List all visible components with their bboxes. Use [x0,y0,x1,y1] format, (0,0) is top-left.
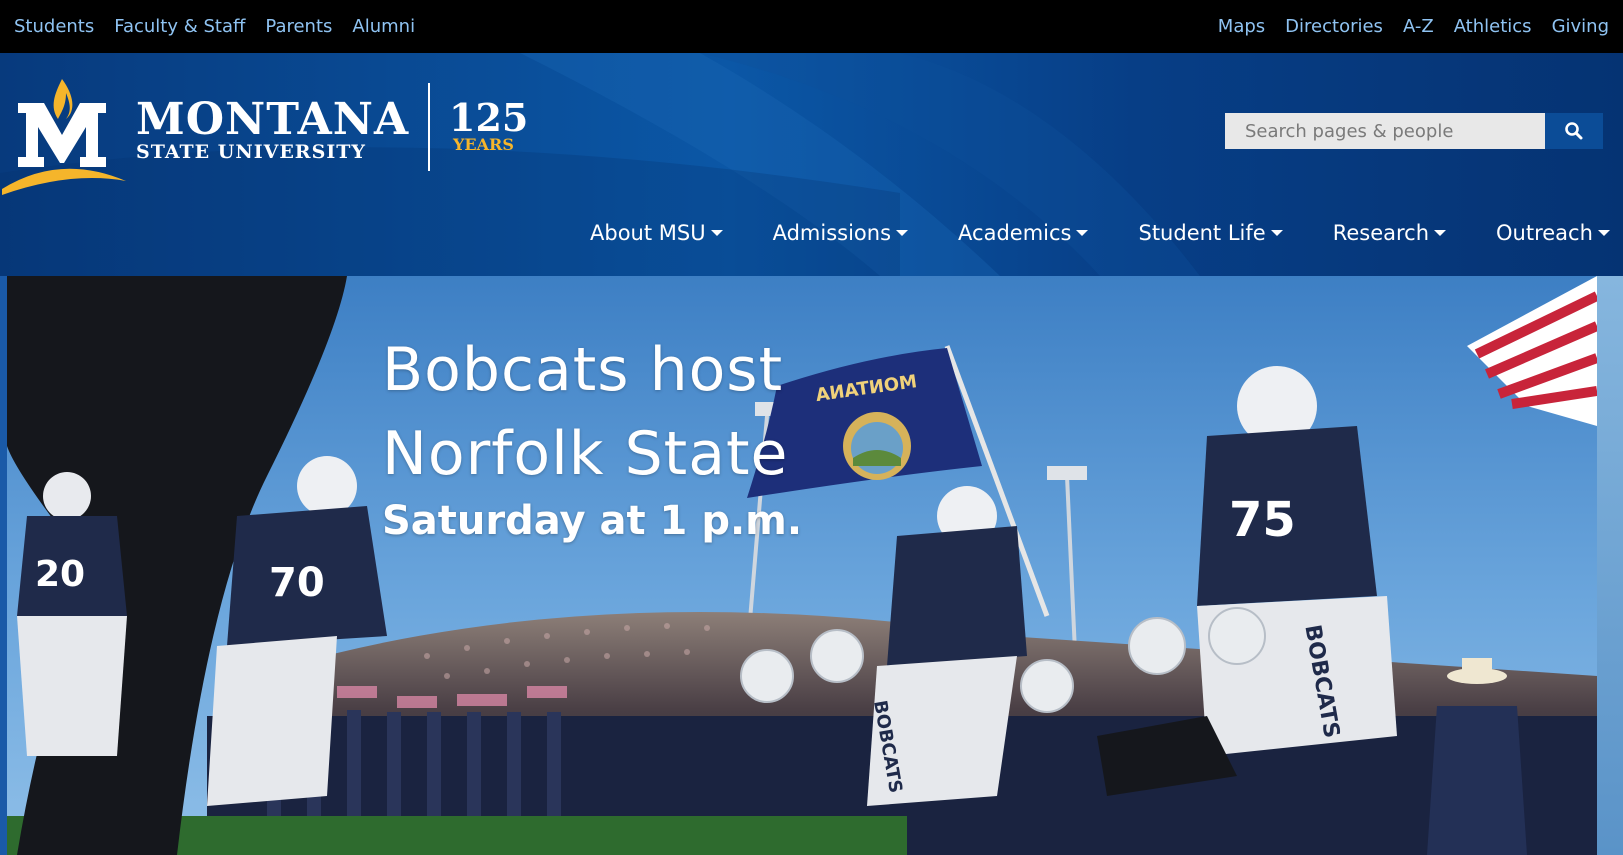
utility-link-parents[interactable]: Parents [265,16,332,37]
caret-down-icon [1434,230,1447,236]
utility-link-directories[interactable]: Directories [1285,16,1383,37]
utility-link-students[interactable]: Students [14,16,94,37]
hero-banner[interactable]: MONTANA 20 70 BOBCATS 75 BOBCATS Bobcats… [7,276,1597,855]
caret-down-icon [896,230,909,236]
nav-student-life[interactable]: Student Life [1138,221,1283,245]
utility-link-a-z[interactable]: A-Z [1403,16,1434,37]
svg-text:20: 20 [35,554,85,595]
svg-text:70: 70 [269,560,325,606]
nav-academics[interactable]: Academics [958,221,1089,245]
utility-link-maps[interactable]: Maps [1218,16,1265,37]
nav-label: About MSU [590,221,706,245]
utility-bar: Students Faculty & Staff Parents Alumni … [0,0,1623,53]
search-icon [1565,122,1583,140]
nav-about-msu[interactable]: About MSU [590,221,723,245]
search-button[interactable] [1545,113,1603,149]
utility-nav-left: Students Faculty & Staff Parents Alumni [14,16,415,37]
search-form [1225,113,1603,149]
hero-left-edge [0,276,7,855]
utility-link-faculty-staff[interactable]: Faculty & Staff [114,16,245,37]
headline-line1: Bobcats host [382,335,784,405]
utility-nav-right: Maps Directories A-Z Athletics Giving [1218,16,1609,37]
anniversary-word: YEARS [453,135,514,154]
search-input[interactable] [1225,113,1545,149]
nav-label: Admissions [772,221,892,245]
site-header: MONTANA STATE UNIVERSITY 125 YEARS About… [0,53,1623,276]
nav-label: Research [1332,221,1430,245]
utility-link-giving[interactable]: Giving [1552,16,1609,37]
nav-label: Academics [958,221,1072,245]
svg-text:75: 75 [1229,492,1296,548]
logo-wordmark-line1: MONTANA [136,94,410,145]
nav-label: Student Life [1138,221,1266,245]
nav-research[interactable]: Research [1332,221,1447,245]
caret-down-icon [1270,230,1283,236]
main-nav: About MSU Admissions Academics Student L… [560,213,1623,253]
nav-label: Outreach [1496,221,1593,245]
caret-down-icon [1597,230,1610,236]
nav-admissions[interactable]: Admissions [772,221,909,245]
headline-line2: Norfolk State [382,419,789,489]
caret-down-icon [710,230,723,236]
headline-subline: Saturday at 1 p.m. [382,498,803,544]
caret-down-icon [1076,230,1089,236]
anniversary-number: 125 [449,95,529,140]
hero-headline: Bobcats host Norfolk State Saturday at 1… [382,328,802,544]
logo-wordmark-line2: STATE UNIVERSITY [136,141,366,163]
hero-right-edge [1597,276,1623,855]
nav-outreach[interactable]: Outreach [1496,221,1610,245]
msu-logo[interactable]: MONTANA STATE UNIVERSITY 125 YEARS [0,73,540,228]
utility-link-alumni[interactable]: Alumni [352,16,415,37]
utility-link-athletics[interactable]: Athletics [1454,16,1532,37]
